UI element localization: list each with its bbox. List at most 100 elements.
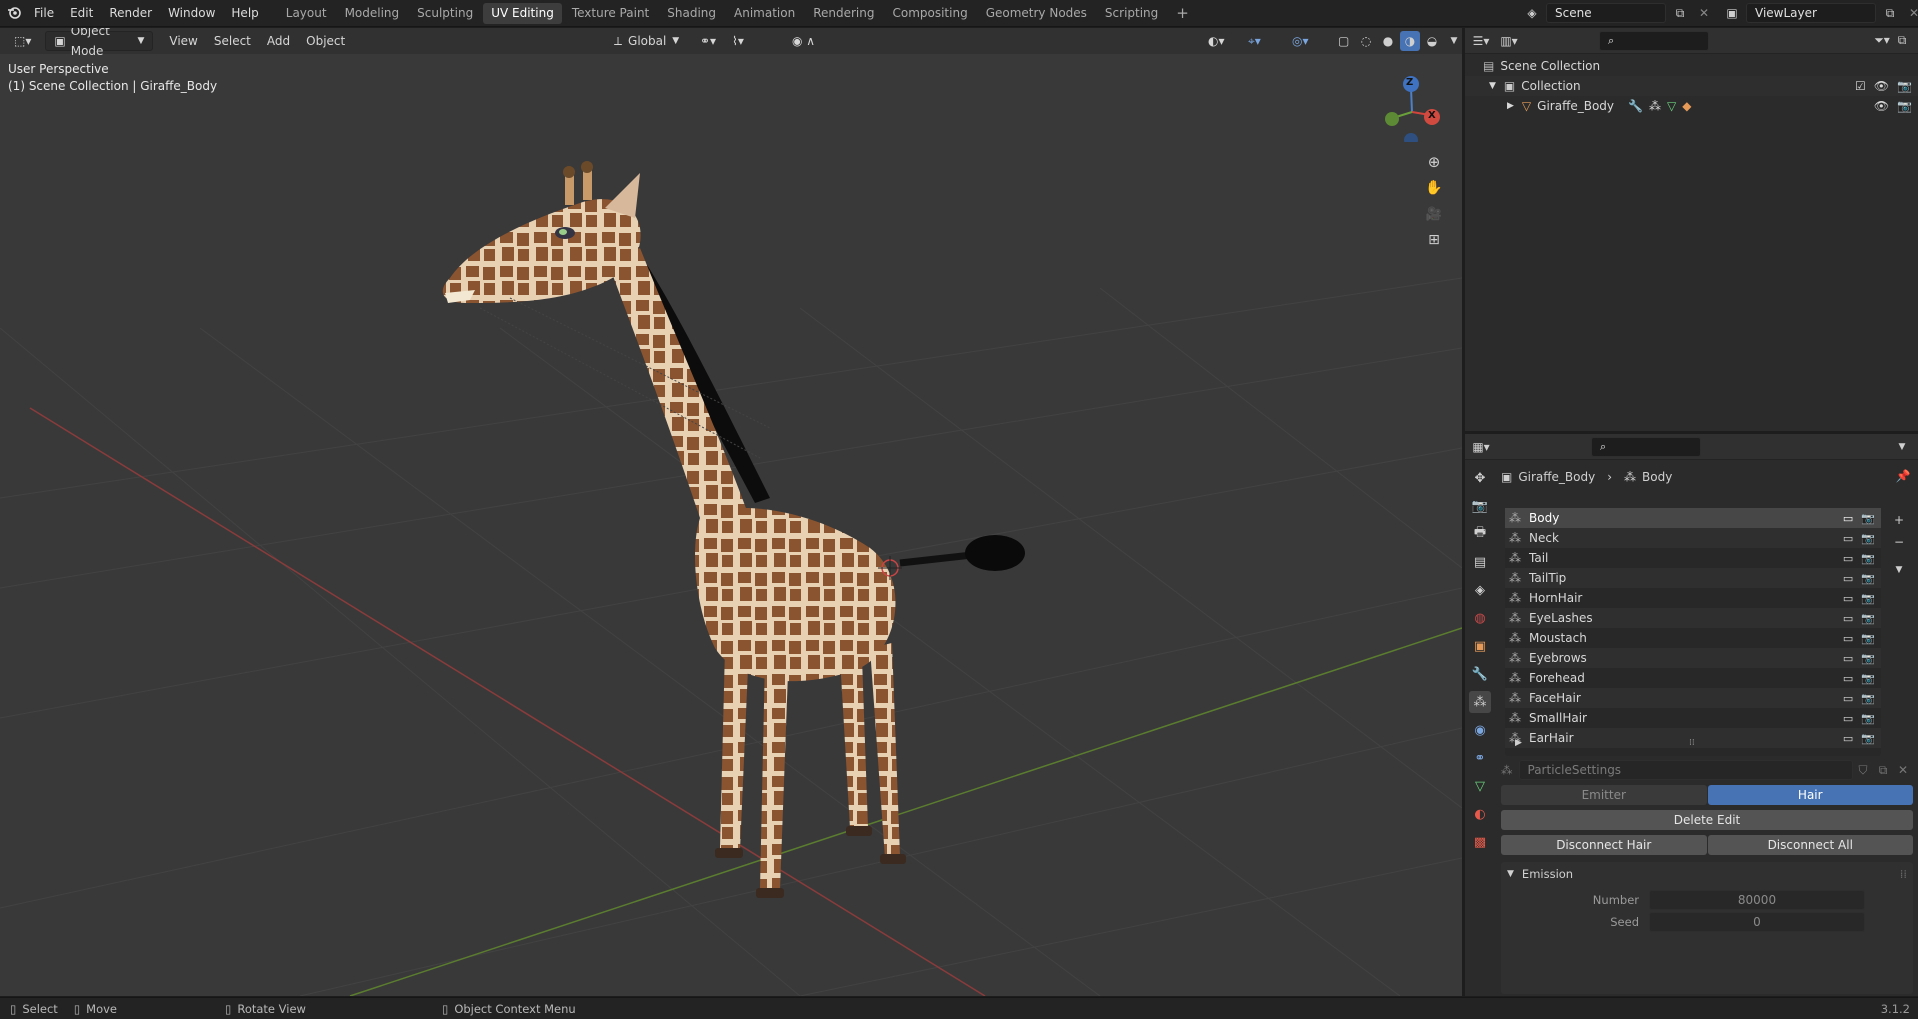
3d-viewport[interactable]: ⬚▾ ▣ Object Mode ▼ View Select Add Objec…	[0, 28, 1462, 996]
unlink-settings-icon[interactable]: ✕	[1893, 760, 1913, 780]
blender-logo-icon[interactable]	[4, 3, 24, 23]
add-workspace-icon[interactable]: +	[1168, 3, 1197, 24]
tab-tool-icon[interactable]: ✥	[1469, 467, 1491, 489]
tab-animation[interactable]: Animation	[726, 3, 803, 24]
delete-scene-icon[interactable]: ✕	[1694, 3, 1714, 23]
number-field[interactable]: 80000	[1649, 890, 1865, 910]
tab-layout[interactable]: Layout	[278, 3, 335, 24]
tab-modeling[interactable]: Modeling	[337, 3, 408, 24]
show-viewport-icon[interactable]: ▭	[1843, 552, 1853, 565]
render-camera-icon[interactable]: 📷	[1897, 79, 1912, 93]
show-viewport-icon[interactable]: ▭	[1843, 592, 1853, 605]
particle-system-label[interactable]: Neck	[1529, 531, 1559, 545]
list-resize-grip-icon[interactable]: ⁞⁞	[1689, 738, 1695, 748]
menu-render[interactable]: Render	[101, 0, 160, 27]
tab-object-icon[interactable]: ▣	[1469, 635, 1491, 657]
particle-system-label[interactable]: HornHair	[1529, 591, 1582, 605]
breadcrumb-object[interactable]: Giraffe_Body	[1518, 470, 1595, 484]
tab-uv-editing[interactable]: UV Editing	[483, 2, 562, 24]
zoom-icon[interactable]: ⊕	[1424, 152, 1444, 172]
giraffe-model[interactable]	[430, 128, 1050, 928]
pan-hand-icon[interactable]: ✋	[1424, 178, 1444, 198]
hair-option[interactable]: Hair	[1707, 785, 1913, 805]
eye-icon[interactable]: 👁	[1874, 99, 1889, 113]
menu-help[interactable]: Help	[223, 0, 266, 27]
new-view-layer-icon[interactable]: ⧉	[1880, 3, 1900, 23]
delete-edit-button[interactable]: Delete Edit	[1501, 810, 1913, 830]
material-shading-icon[interactable]: ◑	[1400, 31, 1420, 51]
particle-system-label[interactable]: EarHair	[1529, 731, 1574, 745]
tab-compositing[interactable]: Compositing	[884, 3, 975, 24]
show-viewport-icon[interactable]: ▭	[1843, 632, 1853, 645]
filter-icon[interactable]: ⏷▾	[1872, 31, 1892, 51]
show-viewport-icon[interactable]: ▭	[1843, 732, 1853, 745]
show-viewport-icon[interactable]: ▭	[1843, 652, 1853, 665]
pivot-icon[interactable]: ⚭▾	[692, 31, 724, 51]
shading-options-icon[interactable]: ▼	[1444, 31, 1462, 51]
particle-system-row[interactable]: ⁂ SmallHair ▭ 📷	[1505, 708, 1881, 728]
show-render-icon[interactable]: 📷	[1861, 692, 1875, 705]
tab-rendering[interactable]: Rendering	[805, 3, 882, 24]
tab-view-layer-icon[interactable]: ▤	[1469, 551, 1491, 573]
show-viewport-icon[interactable]: ▭	[1843, 572, 1853, 585]
visibility-icon[interactable]: ◐▾	[1200, 31, 1233, 51]
particle-system-row[interactable]: ⁂ Eyebrows ▭ 📷	[1505, 648, 1881, 668]
proportional-edit-icon[interactable]: ◉ ∧	[784, 31, 823, 51]
tab-scene-icon[interactable]: ◈	[1469, 579, 1491, 601]
tab-texture-paint[interactable]: Texture Paint	[564, 3, 657, 24]
disconnect-hair-button[interactable]: Disconnect Hair	[1501, 835, 1707, 855]
show-viewport-icon[interactable]: ▭	[1843, 692, 1853, 705]
tab-geometry-nodes[interactable]: Geometry Nodes	[978, 3, 1095, 24]
exclude-checkbox[interactable]: ☑	[1855, 79, 1866, 93]
particle-system-label[interactable]: SmallHair	[1529, 711, 1587, 725]
view-layer-field[interactable]: ViewLayer	[1746, 3, 1876, 23]
particle-system-label[interactable]: FaceHair	[1529, 691, 1581, 705]
new-collection-icon[interactable]: ⧉	[1892, 31, 1912, 51]
particle-system-row[interactable]: ⁂ FaceHair ▭ 📷	[1505, 688, 1881, 708]
add-particle-system-icon[interactable]: +	[1889, 510, 1909, 530]
show-viewport-icon[interactable]: ▭	[1843, 672, 1853, 685]
menu-add[interactable]: Add	[259, 31, 298, 51]
show-viewport-icon[interactable]: ▭	[1843, 532, 1853, 545]
particle-system-row[interactable]: ⁂ Moustach ▭ 📷	[1505, 628, 1881, 648]
seed-field[interactable]: 0	[1649, 912, 1865, 932]
particle-system-row[interactable]: ⁂ Forehead ▭ 📷	[1505, 668, 1881, 688]
solid-shading-icon[interactable]: ●	[1378, 31, 1398, 51]
render-camera-icon[interactable]: 📷	[1897, 99, 1912, 113]
tab-data-icon[interactable]: ▽	[1469, 775, 1491, 797]
new-scene-icon[interactable]: ⧉	[1670, 3, 1690, 23]
scene-name-field[interactable]: Scene	[1546, 3, 1666, 23]
tree-scene-collection[interactable]: ▤ Scene Collection	[1465, 56, 1918, 76]
remove-particle-system-icon[interactable]: −	[1889, 532, 1909, 552]
particle-system-label[interactable]: Moustach	[1529, 631, 1587, 645]
show-render-icon[interactable]: 📷	[1861, 552, 1875, 565]
tab-shading[interactable]: Shading	[659, 3, 724, 24]
show-render-icon[interactable]: 📷	[1861, 672, 1875, 685]
expand-arrow-icon[interactable]: ▶	[1507, 101, 1514, 111]
emitter-option[interactable]: Emitter	[1501, 785, 1707, 805]
tab-output-icon[interactable]: 🖶	[1469, 523, 1491, 545]
properties-search-input[interactable]: ⌕	[1591, 436, 1701, 457]
show-render-icon[interactable]: 📷	[1861, 712, 1875, 725]
particle-system-row[interactable]: ⁂ TailTip ▭ 📷	[1505, 568, 1881, 588]
tab-texture-icon[interactable]: ▩	[1469, 831, 1491, 853]
particles-icon[interactable]: ⁂	[1649, 99, 1661, 113]
particle-system-label[interactable]: TailTip	[1529, 571, 1566, 585]
show-render-icon[interactable]: 📷	[1861, 652, 1875, 665]
particle-system-row[interactable]: ⁂ Tail ▭ 📷	[1505, 548, 1881, 568]
show-render-icon[interactable]: 📷	[1861, 512, 1875, 525]
tab-physics-icon[interactable]: ◉	[1469, 719, 1491, 741]
tab-modifier-icon[interactable]: 🔧	[1469, 663, 1491, 685]
gizmo-toggle-icon[interactable]: ⌖▾	[1240, 31, 1269, 51]
fake-user-shield-icon[interactable]: ⛉	[1853, 760, 1873, 780]
tab-world-icon[interactable]: ◍	[1469, 607, 1491, 629]
emission-header[interactable]: ▼ Emission ⁞⁞	[1501, 862, 1913, 886]
outliner-editor-icon[interactable]: ☰▾	[1471, 31, 1491, 51]
tree-giraffe-body[interactable]: ▶ ▽ Giraffe_Body 🔧 ⁂ ▽ ◆ 👁 📷	[1465, 96, 1918, 116]
show-render-icon[interactable]: 📷	[1861, 592, 1875, 605]
list-specials-icon[interactable]: ▼	[1889, 560, 1909, 580]
menu-select[interactable]: Select	[206, 31, 259, 51]
snap-icon[interactable]: ⌇▾	[724, 31, 752, 51]
show-render-icon[interactable]: 📷	[1861, 572, 1875, 585]
mode-dropdown[interactable]: ▣ Object Mode ▼	[45, 28, 154, 58]
